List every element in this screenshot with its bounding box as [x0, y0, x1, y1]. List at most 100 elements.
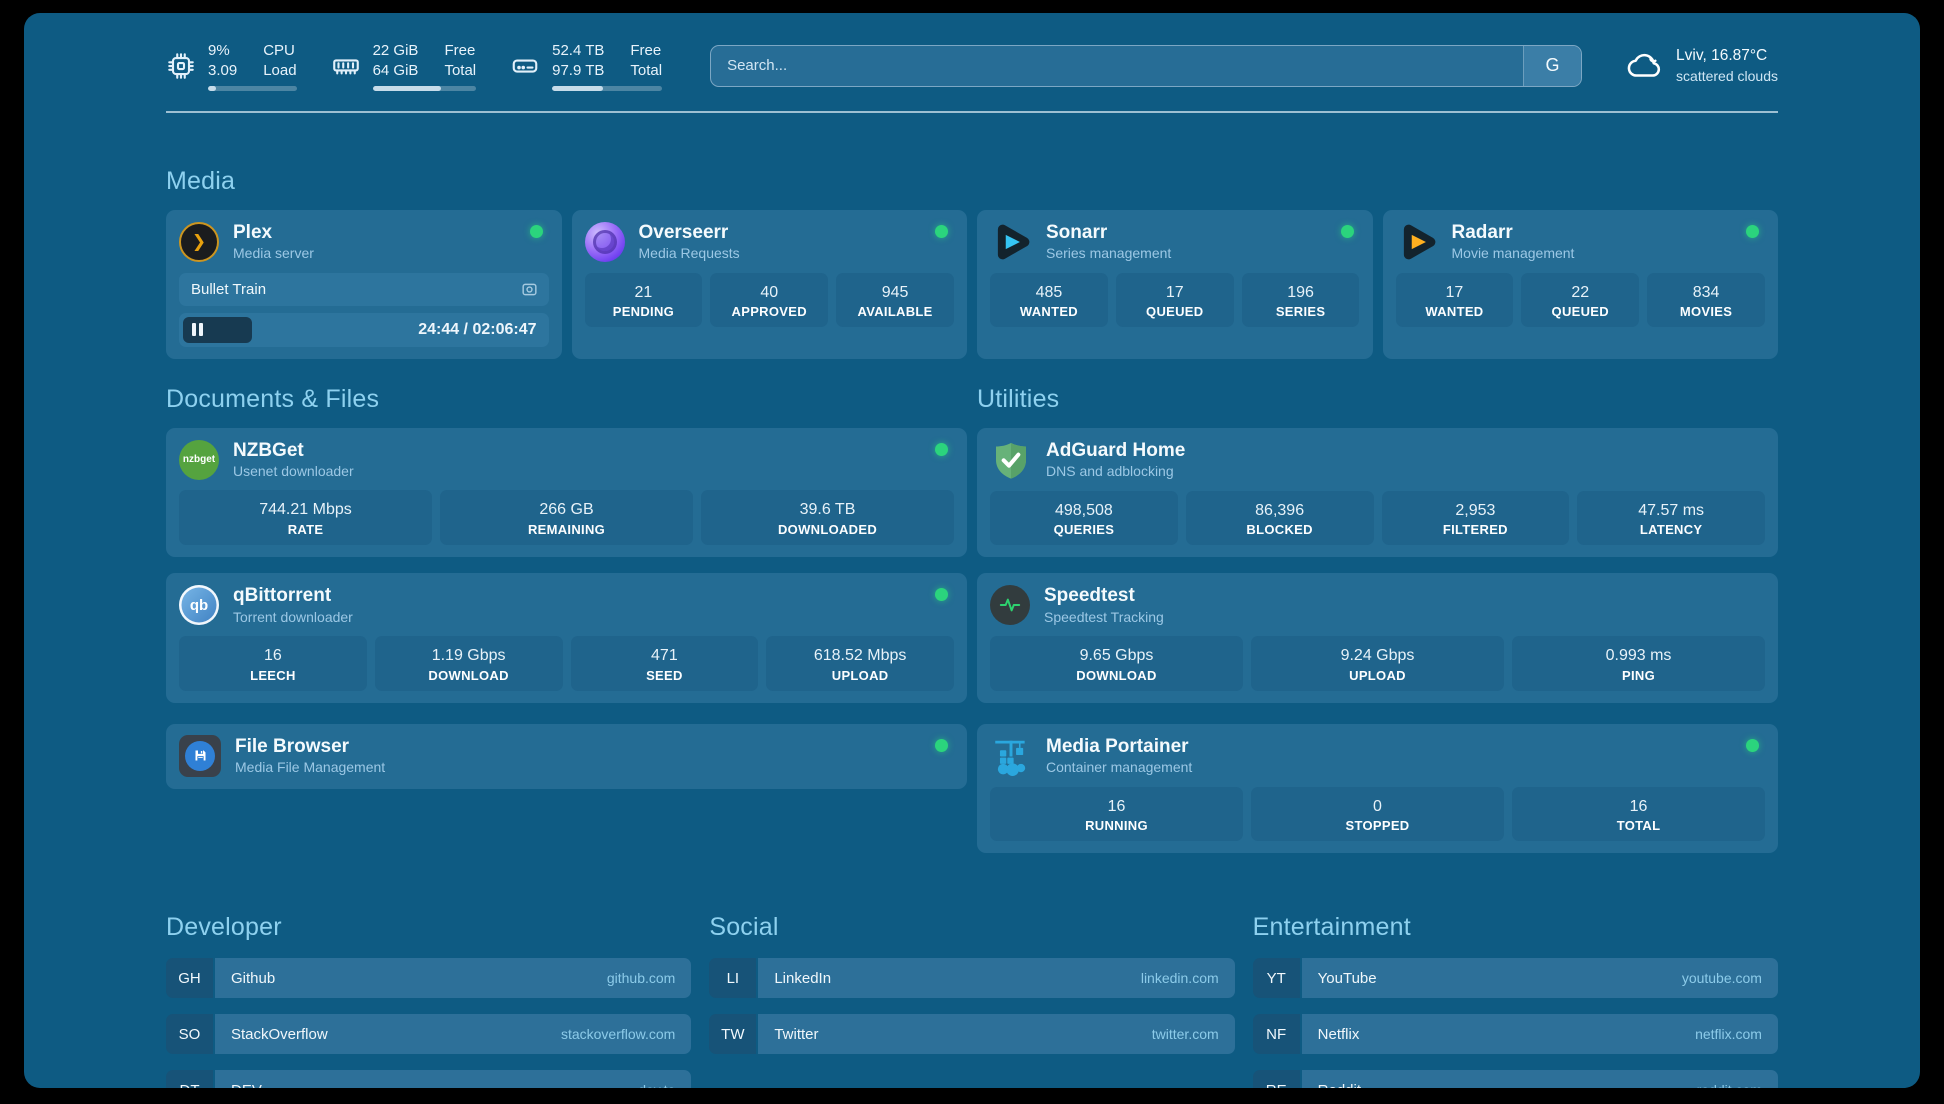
documents-column: Documents & Files nzbget NZBGet Usenet d…: [166, 385, 967, 854]
bookmark-netflix[interactable]: NF Netflix netflix.com: [1253, 1014, 1778, 1054]
plex-icon: ❯: [179, 222, 219, 262]
memory-free-label: Free: [444, 41, 476, 61]
memory-free-value: 22 GiB: [373, 41, 419, 61]
stat-available: 945 AVAILABLE: [836, 273, 954, 328]
bookmark-youtube[interactable]: YT YouTube youtube.com: [1253, 958, 1778, 998]
radarr-link[interactable]: Radarr Movie management: [1396, 221, 1766, 263]
adguard-icon: [990, 439, 1032, 481]
app-name: AdGuard Home: [1046, 439, 1765, 463]
bookmark-abbr: RE: [1253, 1070, 1300, 1088]
stat-stopped: 0 STOPPED: [1251, 787, 1504, 842]
memory-meter: [373, 86, 477, 91]
stat-pending: 21 PENDING: [585, 273, 703, 328]
status-dot: [1341, 225, 1354, 238]
speedtest-card: Speedtest Speedtest Tracking 9.65 Gbps D…: [977, 573, 1778, 703]
stat-queries: 498,508 QUERIES: [990, 491, 1178, 546]
status-dot: [530, 225, 543, 238]
stat-queued: 17 QUEUED: [1116, 273, 1234, 328]
stat-download: 9.65 Gbps DOWNLOAD: [990, 636, 1243, 691]
qbittorrent-link[interactable]: qb qBittorrent Torrent downloader: [179, 584, 954, 626]
bookmark-name: StackOverflow: [231, 1026, 328, 1043]
header-divider: [166, 111, 1778, 113]
stat-latency: 47.57 ms LATENCY: [1577, 491, 1765, 546]
bookmark-name: YouTube: [1318, 970, 1377, 987]
stat-ping: 0.993 ms PING: [1512, 636, 1765, 691]
bookmarks: Developer GH Github github.com SO StackO…: [166, 913, 1778, 1088]
bookmark-name: Github: [231, 970, 275, 987]
search-bar: G: [710, 45, 1582, 87]
app-description: Series management: [1046, 244, 1327, 262]
cpu-icon: [166, 51, 196, 81]
bookmark-href: reddit.com: [1697, 1082, 1762, 1088]
stat-movies: 834 MOVIES: [1647, 273, 1765, 328]
filebrowser-icon: [179, 735, 221, 777]
utilities-column: Utilities AdGuard Home: [977, 385, 1778, 854]
bookmark-reddit[interactable]: RE Reddit reddit.com: [1253, 1070, 1778, 1088]
dashboard-frame: 9% 3.09 CPU Load: [24, 13, 1920, 1088]
app-name: Speedtest: [1044, 584, 1765, 608]
stat-approved: 40 APPROVED: [710, 273, 828, 328]
stat-total: 16 TOTAL: [1512, 787, 1765, 842]
camera-icon[interactable]: [520, 280, 539, 299]
plex-link[interactable]: ❯ Plex Media server: [179, 221, 549, 263]
bookmark-abbr: TW: [709, 1014, 756, 1054]
sonarr-card: Sonarr Series management 485 WANTED 17 Q…: [977, 210, 1373, 359]
app-name: File Browser: [235, 735, 921, 759]
speedtest-link[interactable]: Speedtest Speedtest Tracking: [990, 584, 1765, 626]
bookmark-github[interactable]: GH Github github.com: [166, 958, 691, 998]
cpu-usage-value: 9%: [208, 41, 237, 61]
speedtest-icon: [990, 585, 1030, 625]
adguard-link[interactable]: AdGuard Home DNS and adblocking: [990, 439, 1765, 481]
section-title-documents: Documents & Files: [166, 385, 967, 414]
overseerr-link[interactable]: Overseerr Media Requests: [585, 221, 955, 263]
bookmark-twitter[interactable]: TW Twitter twitter.com: [709, 1014, 1234, 1054]
stat-seed: 471 SEED: [571, 636, 759, 691]
stat-rate: 744.21 Mbps RATE: [179, 490, 432, 545]
sonarr-link[interactable]: Sonarr Series management: [990, 221, 1360, 263]
memory-icon: [331, 51, 361, 81]
memory-total-label: Total: [444, 61, 476, 81]
qbittorrent-icon: qb: [179, 585, 219, 625]
memory-total-value: 64 GiB: [373, 61, 419, 81]
stat-upload: 618.52 Mbps UPLOAD: [766, 636, 954, 691]
status-dot: [935, 443, 948, 456]
app-description: Container management: [1046, 758, 1732, 776]
cloud-icon: [1626, 47, 1664, 85]
app-description: Torrent downloader: [233, 608, 921, 626]
bookmark-href: twitter.com: [1152, 1026, 1219, 1042]
stat-leech: 16 LEECH: [179, 636, 367, 691]
bookmark-abbr: GH: [166, 958, 213, 998]
stat-series: 196 SERIES: [1242, 273, 1360, 328]
cpu-stat: 9% 3.09 CPU Load: [166, 41, 297, 91]
filebrowser-card: File Browser Media File Management: [166, 724, 967, 789]
cpu-meter: [208, 86, 297, 91]
bookmark-name: Twitter: [774, 1026, 818, 1043]
bookmark-linkedin[interactable]: LI LinkedIn linkedin.com: [709, 958, 1234, 998]
bookmark-abbr: LI: [709, 958, 756, 998]
bookmark-dev[interactable]: DT DEV dev.to: [166, 1070, 691, 1088]
bookmark-href: dev.to: [638, 1082, 675, 1088]
pause-icon: [192, 323, 203, 336]
portainer-card: Media Portainer Container management 16 …: [977, 724, 1778, 854]
plex-card: ❯ Plex Media server Bullet Train: [166, 210, 562, 359]
search-engine-button[interactable]: G: [1523, 46, 1581, 86]
app-description: Movie management: [1452, 244, 1733, 262]
overseerr-card: Overseerr Media Requests 21 PENDING 40 A…: [572, 210, 968, 359]
radarr-icon: [1396, 221, 1438, 263]
search-input[interactable]: [711, 46, 1523, 86]
stat-upload: 9.24 Gbps UPLOAD: [1251, 636, 1504, 691]
status-dot: [1746, 739, 1759, 752]
disk-free-value: 52.4 TB: [552, 41, 604, 61]
disk-stat: 52.4 TB 97.9 TB Free Total: [510, 41, 662, 91]
app-name: Radarr: [1452, 221, 1733, 245]
filebrowser-link[interactable]: File Browser Media File Management: [179, 735, 954, 777]
memory-stat: 22 GiB 64 GiB Free Total: [331, 41, 477, 91]
bookmark-href: stackoverflow.com: [561, 1026, 675, 1042]
portainer-link[interactable]: Media Portainer Container management: [990, 735, 1765, 777]
overseerr-icon: [585, 222, 625, 262]
status-dot: [935, 739, 948, 752]
bookmark-href: youtube.com: [1682, 970, 1762, 986]
nzbget-link[interactable]: nzbget NZBGet Usenet downloader: [179, 439, 954, 481]
bookmark-stackoverflow[interactable]: SO StackOverflow stackoverflow.com: [166, 1014, 691, 1054]
player-progress[interactable]: [183, 317, 252, 343]
